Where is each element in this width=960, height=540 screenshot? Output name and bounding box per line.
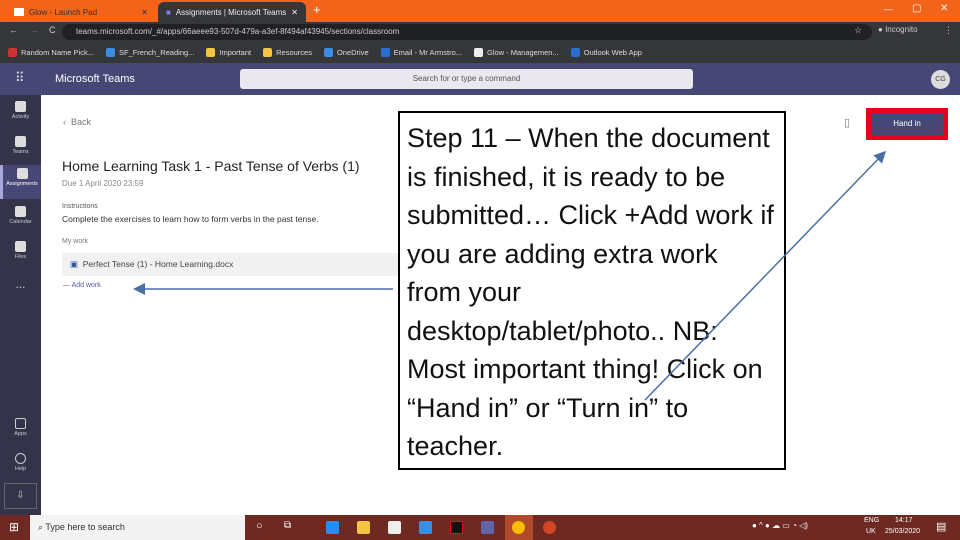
store-icon[interactable] xyxy=(388,521,401,534)
netflix-icon[interactable] xyxy=(450,521,463,534)
task-view-icon[interactable]: ⧉ xyxy=(284,520,291,531)
windows-taskbar: ⊞ ⌕ Type here to search ○ ⧉ ● ^ ● ☁ ▭ ◔ … xyxy=(0,515,960,540)
clock-time[interactable]: 14:17 xyxy=(895,517,913,524)
mail-icon[interactable] xyxy=(419,521,432,534)
notifications-icon[interactable]: ▤ xyxy=(936,520,946,533)
taskbar-search-placeholder: Type here to search xyxy=(45,522,125,532)
cortana-icon[interactable]: ○ xyxy=(256,520,263,532)
arrow-to-hand-in xyxy=(644,150,887,401)
region-indicator[interactable]: UK xyxy=(866,528,876,535)
system-tray-icons[interactable]: ● ^ ● ☁ ▭ ◔ ◁) xyxy=(752,521,808,530)
edge-icon[interactable] xyxy=(326,521,339,534)
annotation-arrows xyxy=(133,150,887,401)
language-indicator[interactable]: ENG xyxy=(864,517,879,524)
chrome-taskbar-button[interactable] xyxy=(505,515,533,540)
search-icon: ⌕ xyxy=(38,522,44,532)
clock-date[interactable]: 25/03/2020 xyxy=(885,528,920,535)
chrome-icon xyxy=(512,521,525,534)
taskbar-search-input[interactable]: ⌕ Type here to search xyxy=(30,515,245,540)
file-explorer-icon[interactable] xyxy=(357,521,370,534)
powerpoint-icon[interactable] xyxy=(543,521,556,534)
windows-start-icon[interactable]: ⊞ xyxy=(9,520,19,534)
teams-taskbar-icon[interactable] xyxy=(481,521,494,534)
